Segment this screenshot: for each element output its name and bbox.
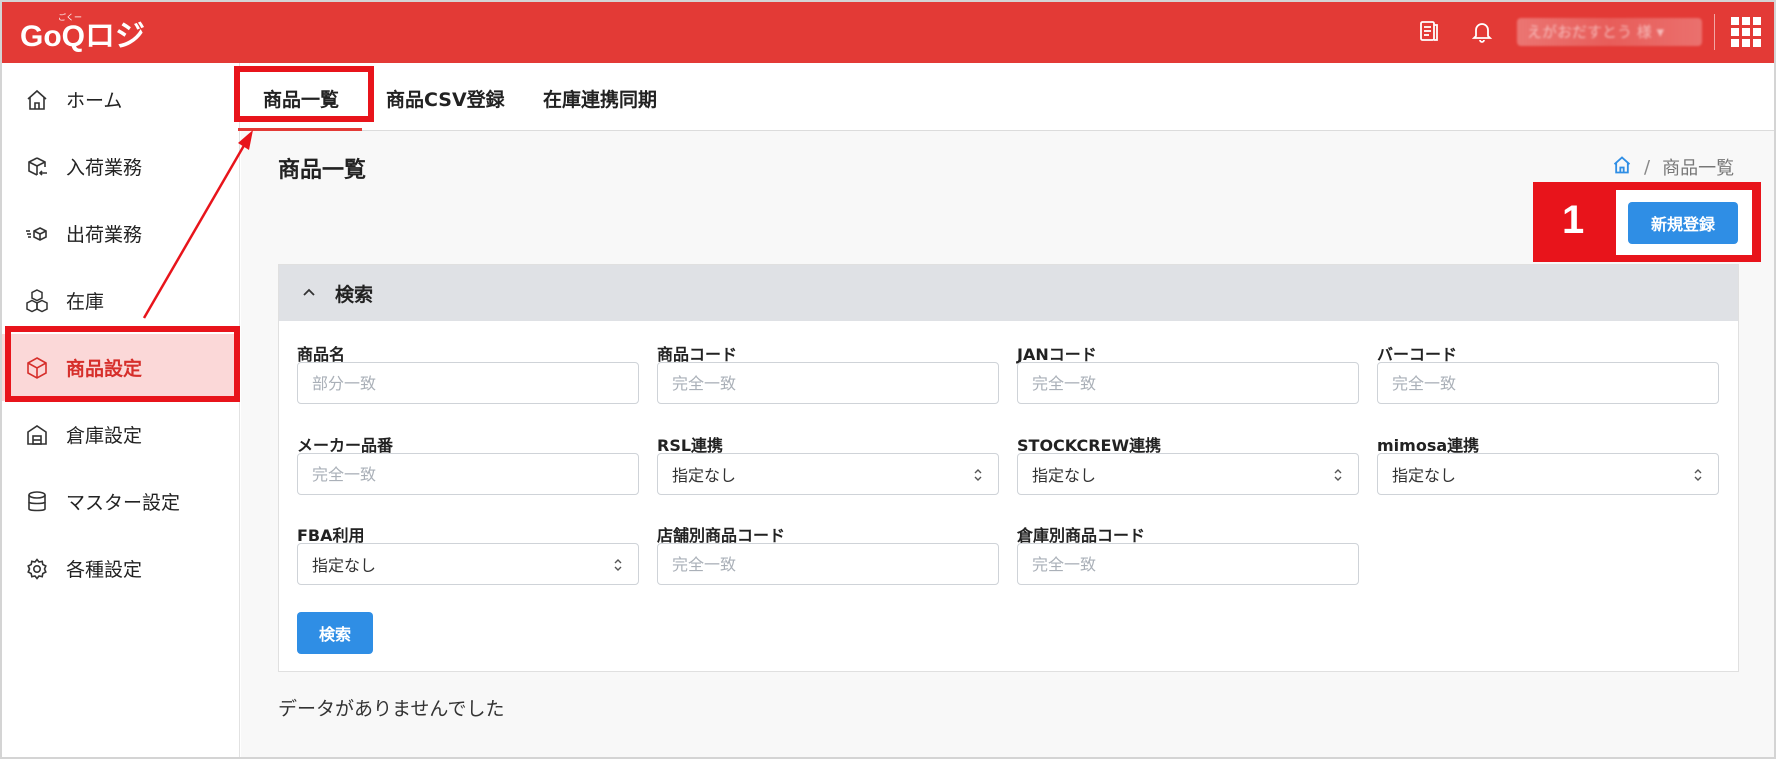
select-arrows-icon xyxy=(974,469,982,481)
maker-number-field[interactable] xyxy=(297,453,639,495)
chevron-up-icon xyxy=(303,288,315,296)
select-arrows-icon xyxy=(1694,469,1702,481)
annotation-highlight-tab xyxy=(234,66,374,122)
outbound-box-icon xyxy=(24,221,50,247)
tab-bar: 商品一覧 商品CSV登録 在庫連携同期 xyxy=(241,63,1774,131)
sidebar-item-various-settings[interactable]: 各種設定 xyxy=(2,535,240,602)
sidebar-item-home[interactable]: ホーム xyxy=(2,66,240,133)
gear-icon xyxy=(24,556,50,582)
rsl-select[interactable]: 指定なし xyxy=(657,453,999,495)
select-arrows-icon xyxy=(614,559,622,571)
inbound-box-icon xyxy=(24,154,50,180)
warehouse-code-field[interactable] xyxy=(1017,543,1359,585)
top-header: GoQロジ ごくー えがおだすとう 様 ▾ xyxy=(2,2,1774,63)
search-panel: 検索 商品名 商品コード JANコード バーコード メーカー品番 RSL連携 指… xyxy=(278,264,1739,672)
sidebar-item-label: 在庫 xyxy=(66,291,105,313)
product-name-input[interactable] xyxy=(312,373,612,393)
maker-number-input[interactable] xyxy=(312,464,612,484)
sidebar-item-label: マスター設定 xyxy=(66,492,181,514)
sidebar-item-warehouse-settings[interactable]: 倉庫設定 xyxy=(2,401,240,468)
stockcrew-select[interactable]: 指定なし xyxy=(1017,453,1359,495)
select-arrows-icon xyxy=(1334,469,1342,481)
tab-product-csv[interactable]: 商品CSV登録 xyxy=(386,85,505,112)
database-icon xyxy=(24,489,50,515)
user-menu[interactable]: えがおだすとう 様 ▾ xyxy=(1517,18,1702,46)
breadcrumb: / 商品一覧 xyxy=(1612,154,1734,180)
empty-message: データがありませんでした xyxy=(278,698,505,720)
fba-select-value: 指定なし xyxy=(312,556,377,575)
warehouse-icon xyxy=(24,422,50,448)
sidebar-item-label: 倉庫設定 xyxy=(66,425,143,447)
sidebar-item-label: 入荷業務 xyxy=(66,157,143,179)
stock-boxes-icon xyxy=(24,288,50,314)
jan-code-field[interactable] xyxy=(1017,362,1359,404)
manual-icon[interactable] xyxy=(1414,16,1444,46)
page-title: 商品一覧 xyxy=(278,158,367,183)
logo-ruby: ごくー xyxy=(58,12,82,22)
product-code-input[interactable] xyxy=(672,373,972,393)
annotation-highlight-sidebar xyxy=(5,326,240,402)
product-name-field[interactable] xyxy=(297,362,639,404)
sidebar: ホーム 入荷業務 出荷業務 在庫 商品設定 倉庫設定 マスター設定 各種設定 xyxy=(2,63,240,757)
sidebar-item-outbound[interactable]: 出荷業務 xyxy=(2,200,240,267)
breadcrumb-current: 商品一覧 xyxy=(1662,158,1735,179)
rsl-select-value: 指定なし xyxy=(672,466,737,485)
store-code-field[interactable] xyxy=(657,543,999,585)
user-name: えがおだすとう 様 ▾ xyxy=(1527,23,1665,41)
sidebar-item-label: 各種設定 xyxy=(66,559,143,581)
warehouse-code-input[interactable] xyxy=(1032,554,1332,574)
logo-text: GoQロジ xyxy=(20,20,145,53)
sidebar-item-label: 出荷業務 xyxy=(66,224,143,246)
product-code-field[interactable] xyxy=(657,362,999,404)
barcode-field[interactable] xyxy=(1377,362,1719,404)
header-divider xyxy=(1714,14,1715,50)
home-icon[interactable] xyxy=(1612,155,1632,180)
apps-grid-icon[interactable] xyxy=(1729,15,1763,49)
mimosa-select-value: 指定なし xyxy=(1392,466,1457,485)
search-panel-header[interactable]: 検索 xyxy=(279,265,1738,321)
sidebar-item-label: ホーム xyxy=(66,90,123,112)
tab-stock-sync[interactable]: 在庫連携同期 xyxy=(543,85,657,112)
sidebar-item-master-settings[interactable]: マスター設定 xyxy=(2,468,240,535)
active-tab-indicator xyxy=(238,128,362,131)
store-code-input[interactable] xyxy=(672,554,972,574)
mimosa-select[interactable]: 指定なし xyxy=(1377,453,1719,495)
goq-logo[interactable]: GoQロジ ごくー xyxy=(18,10,158,54)
breadcrumb-separator: / xyxy=(1644,156,1651,178)
new-register-button[interactable]: 新規登録 xyxy=(1628,202,1738,244)
stockcrew-select-value: 指定なし xyxy=(1032,466,1097,485)
bell-icon[interactable] xyxy=(1467,16,1497,46)
fba-select[interactable]: 指定なし xyxy=(297,543,639,585)
sidebar-item-stock[interactable]: 在庫 xyxy=(2,267,240,334)
window-frame: GoQロジ ごくー えがおだすとう 様 ▾ ホーム 入荷業務 出荷業務 在庫 商… xyxy=(0,0,1776,759)
barcode-input[interactable] xyxy=(1392,373,1692,393)
jan-code-input[interactable] xyxy=(1032,373,1332,393)
search-panel-title: 検索 xyxy=(335,283,374,306)
annotation-number: 1 xyxy=(1562,198,1585,242)
home-icon xyxy=(24,87,50,113)
sidebar-item-inbound[interactable]: 入荷業務 xyxy=(2,133,240,200)
search-button[interactable]: 検索 xyxy=(297,612,373,654)
